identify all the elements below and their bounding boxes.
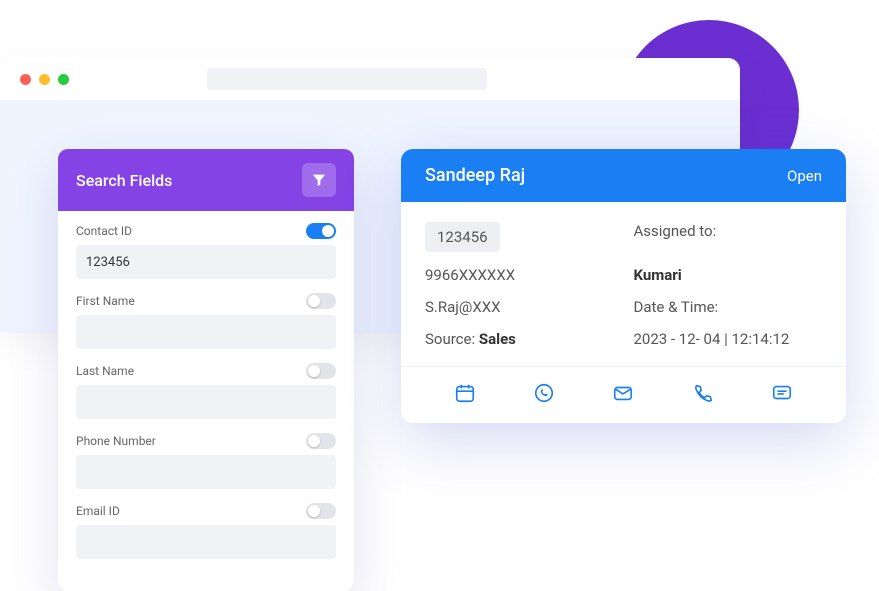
email-action[interactable] <box>611 381 635 405</box>
chat-icon <box>771 382 793 404</box>
contact-card-header: Sandeep Raj Open <box>401 149 846 202</box>
contact-email: S.Raj@XXX <box>425 298 614 316</box>
last-name-input[interactable] <box>76 385 336 419</box>
toggle-phone-number[interactable] <box>306 433 336 449</box>
field-first-name: First Name <box>76 293 336 349</box>
close-icon[interactable] <box>20 74 31 85</box>
calendar-icon <box>454 382 476 404</box>
maximize-icon[interactable] <box>58 74 69 85</box>
search-panel-title: Search Fields <box>76 171 172 190</box>
filter-icon <box>311 172 327 188</box>
search-panel-header: Search Fields <box>58 149 354 211</box>
contact-id-input[interactable] <box>76 245 336 279</box>
phone-number-input[interactable] <box>76 455 336 489</box>
contact-id-pill: 123456 <box>425 222 500 252</box>
assigned-value: Kumari <box>634 266 823 284</box>
field-label: Contact ID <box>76 224 132 238</box>
field-label: Email ID <box>76 504 120 518</box>
first-name-input[interactable] <box>76 315 336 349</box>
phone-icon <box>692 382 714 404</box>
field-contact-id: Contact ID <box>76 223 336 279</box>
calendar-action[interactable] <box>453 381 477 405</box>
message-action[interactable] <box>770 381 794 405</box>
field-label: First Name <box>76 294 135 308</box>
field-phone-number: Phone Number <box>76 433 336 489</box>
call-action[interactable] <box>691 381 715 405</box>
contact-source: Source: Sales <box>425 330 614 348</box>
source-label: Source: <box>425 330 479 348</box>
toggle-first-name[interactable] <box>306 293 336 309</box>
address-bar[interactable] <box>207 68 487 90</box>
assigned-label: Assigned to: <box>634 222 823 252</box>
whatsapp-icon <box>533 382 555 404</box>
mail-icon <box>612 382 634 404</box>
search-fields-panel: Search Fields Contact ID First Name Last… <box>58 149 354 591</box>
contact-actions <box>401 366 846 423</box>
contact-status: Open <box>787 167 822 185</box>
field-email-id: Email ID <box>76 503 336 559</box>
browser-title-bar <box>0 58 740 100</box>
toggle-last-name[interactable] <box>306 363 336 379</box>
source-value: Sales <box>479 330 516 348</box>
email-id-input[interactable] <box>76 525 336 559</box>
field-label: Phone Number <box>76 434 156 448</box>
minimize-icon[interactable] <box>39 74 50 85</box>
toggle-email-id[interactable] <box>306 503 336 519</box>
contact-card-body: 123456 Assigned to: 9966XXXXXX Kumari S.… <box>401 202 846 360</box>
contact-phone: 9966XXXXXX <box>425 266 614 284</box>
datetime-value: 2023 - 12- 04 | 12:14:12 <box>634 330 823 348</box>
contact-name: Sandeep Raj <box>425 165 525 186</box>
field-last-name: Last Name <box>76 363 336 419</box>
search-panel-body: Contact ID First Name Last Name Phone Nu… <box>58 211 354 591</box>
filter-button[interactable] <box>302 163 336 197</box>
datetime-label: Date & Time: <box>634 298 823 316</box>
toggle-contact-id[interactable] <box>306 223 336 239</box>
field-label: Last Name <box>76 364 134 378</box>
whatsapp-action[interactable] <box>532 381 556 405</box>
contact-card: Sandeep Raj Open 123456 Assigned to: 996… <box>401 149 846 423</box>
